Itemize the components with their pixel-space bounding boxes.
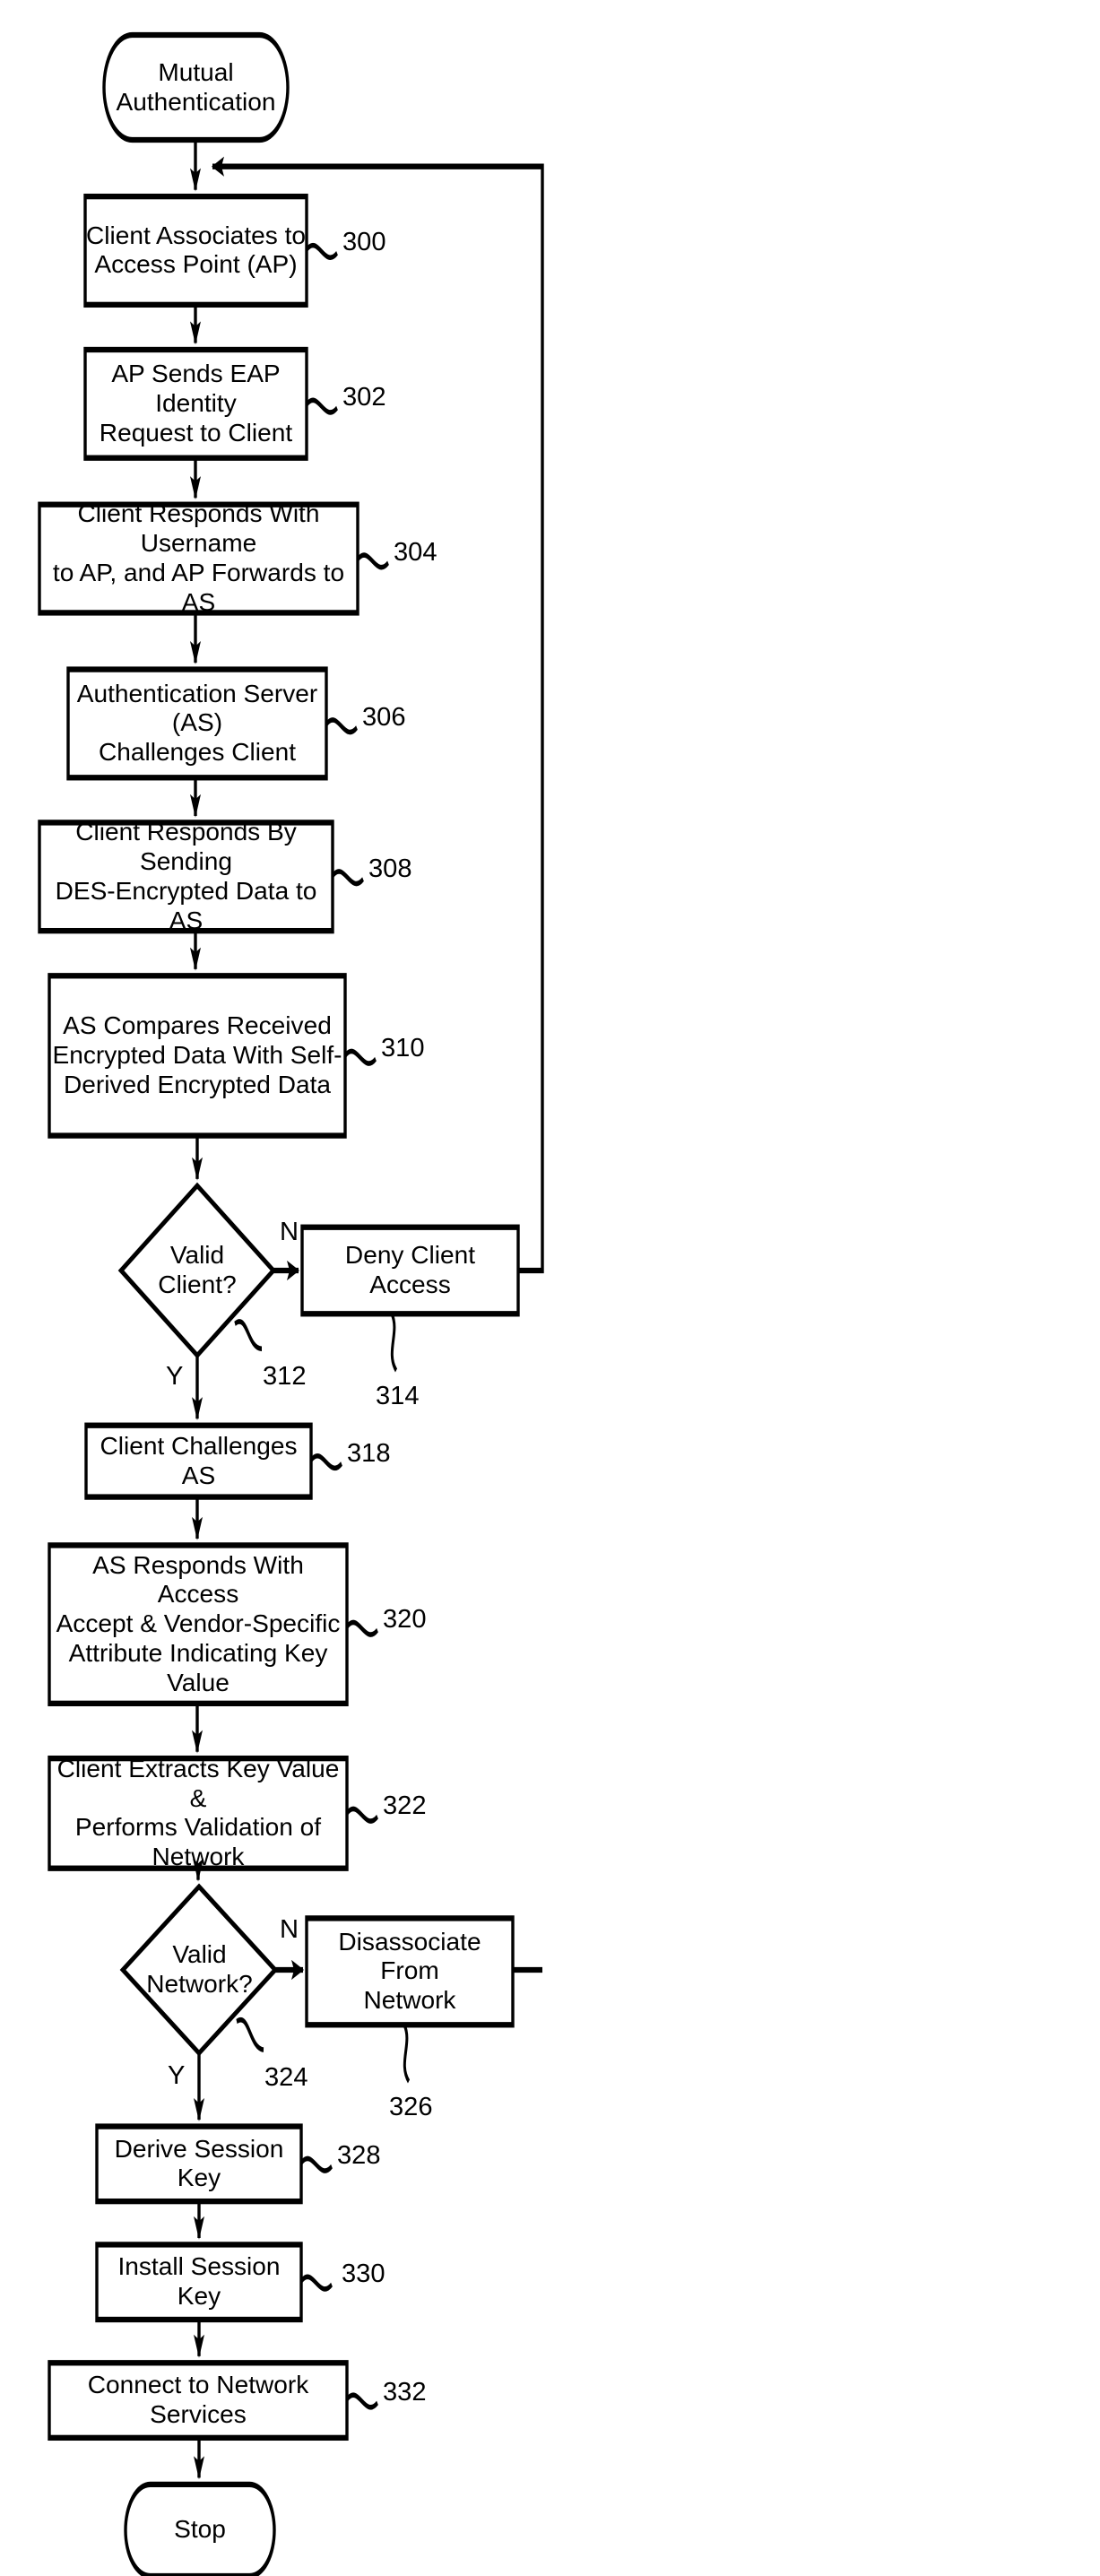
ref-label-312: 312: [263, 1362, 307, 1392]
node-302-shape: [83, 346, 308, 461]
ref-label-314: 314: [376, 1382, 420, 1411]
leader-320: [346, 1619, 378, 1637]
ref-label-326: 326: [389, 2093, 433, 2122]
branch-label-312-yes: Y: [166, 1362, 184, 1392]
leader-322: [346, 1806, 378, 1824]
leader-310: [344, 1048, 377, 1066]
node-332-shape: [48, 2360, 349, 2442]
flowchart-canvas: [38, 31, 544, 2576]
ref-label-320: 320: [383, 1605, 427, 1635]
node-304-shape: [38, 501, 359, 616]
node-330-shape: [95, 2242, 303, 2323]
ref-label-300: 300: [342, 228, 386, 257]
node-306-shape: [66, 666, 328, 781]
node-322-shape: [48, 1755, 349, 1871]
ref-label-302: 302: [342, 383, 386, 412]
leader-332: [346, 2392, 378, 2410]
ref-label-332: 332: [383, 2378, 427, 2407]
node-326-shape: [305, 1915, 515, 2028]
leader-328: [300, 2155, 333, 2173]
node-318-shape: [84, 1422, 313, 1500]
node-314-shape: [300, 1224, 520, 1317]
flowchart-page: Mutual Authentication Client Associates t…: [0, 0, 1100, 2576]
ref-label-304: 304: [394, 537, 437, 567]
branch-label-312-no: N: [280, 1217, 299, 1246]
leader-308: [332, 869, 364, 887]
ref-label-308: 308: [368, 854, 412, 883]
node-start-shape: [102, 31, 290, 143]
ref-label-324: 324: [264, 2063, 308, 2092]
leader-300: [306, 242, 338, 260]
ref-label-328: 328: [337, 2141, 381, 2171]
branch-label-324-yes: Y: [168, 2061, 186, 2091]
branch-label-324-no: N: [280, 1914, 299, 1944]
node-stop-shape: [124, 2481, 276, 2576]
leader-324: [236, 2017, 264, 2052]
leader-304: [357, 552, 389, 570]
node-324-shape: [119, 1883, 279, 2057]
node-308-shape: [38, 820, 334, 934]
leader-318: [310, 1453, 342, 1471]
leader-326: [403, 2023, 411, 2084]
node-312-shape: [117, 1182, 277, 1359]
ref-label-322: 322: [383, 1791, 427, 1821]
leader-312: [234, 1319, 263, 1352]
node-320-shape: [48, 1542, 349, 1707]
node-310-shape: [48, 973, 347, 1139]
ref-label-318: 318: [347, 1438, 391, 1468]
leader-302: [306, 397, 338, 415]
ref-label-310: 310: [381, 1034, 425, 1063]
node-300-shape: [83, 193, 308, 308]
leader-306: [325, 717, 358, 735]
ref-label-330: 330: [342, 2259, 385, 2289]
node-328-shape: [95, 2123, 303, 2205]
ref-label-306: 306: [362, 702, 406, 732]
leader-314: [390, 1312, 398, 1373]
leader-330: [300, 2274, 333, 2292]
